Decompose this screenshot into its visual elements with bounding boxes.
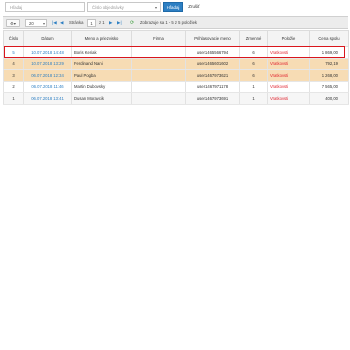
- table-row[interactable]: 5 10.07.2018 14:48 Boris Keriak user1465…: [3, 46, 349, 59]
- column-header-status[interactable]: Položie: [267, 30, 310, 47]
- page-count: z 1: [99, 20, 105, 25]
- cell-total: 400,00: [309, 92, 349, 105]
- search-button[interactable]: Hľadaj: [163, 2, 183, 12]
- cell-date[interactable]: 06.07.2018 13:41: [23, 92, 72, 105]
- cell-status: Vratkovsti: [267, 69, 310, 82]
- cell-quantity: 6: [239, 46, 268, 59]
- cell-date[interactable]: 06.07.2018 12:34: [23, 69, 72, 82]
- cell-login: user1467971178: [185, 81, 240, 93]
- page-size-value: 20: [29, 21, 34, 26]
- column-header-name[interactable]: Meno a priezvisko: [71, 30, 132, 47]
- cell-quantity: 6: [239, 69, 268, 82]
- cell-login: user1465601602: [185, 58, 240, 70]
- cell-date[interactable]: 10.07.2018 14:48: [23, 46, 72, 59]
- page-size-select[interactable]: 20 ▾: [25, 19, 47, 27]
- column-header-date[interactable]: Dátum: [23, 30, 72, 47]
- cell-status: Vratkovsti: [267, 92, 310, 105]
- grid-toolbar: ⚙▾ 20 ▾ |◀ ◀ Stránka 1 z 1 ▶ ▶| ⟳ Zobraz…: [3, 16, 348, 29]
- cell-name: Boris Keriak: [71, 46, 132, 59]
- cell-company: [131, 69, 186, 82]
- cell-company: [131, 46, 186, 59]
- table-row[interactable]: 3 06.07.2018 12:34 Paul Pogba user146797…: [3, 69, 349, 82]
- cancel-button[interactable]: Zrušiť: [185, 2, 203, 12]
- previous-page-icon[interactable]: ◀: [60, 19, 64, 27]
- column-header-number[interactable]: Číslo: [3, 30, 24, 47]
- chevron-down-icon: ▾: [42, 21, 45, 26]
- cell-status: Vratkovsti: [267, 46, 310, 59]
- next-page-icon[interactable]: ▶: [109, 19, 113, 27]
- cell-total: 7 565,00: [309, 81, 349, 93]
- orders-table: Číslo Dátum Meno a priezvisko Firma Prih…: [3, 30, 349, 105]
- cell-date[interactable]: 10.07.2018 13:29: [23, 58, 72, 70]
- cell-number: 2: [3, 81, 24, 93]
- cell-login: user1467973621: [185, 69, 240, 82]
- page-label: Stránka: [69, 20, 84, 25]
- cell-name: Ferdinand Nani: [71, 58, 132, 70]
- table-row[interactable]: 2 06.07.2018 11:46 Martin Dubovsky user1…: [3, 81, 349, 93]
- cell-date[interactable]: 06.07.2018 11:46: [23, 81, 72, 93]
- cell-company: [131, 81, 186, 93]
- cell-status: Vratkovsti: [267, 81, 310, 93]
- record-info: Zobrazuje sa 1 - 5 z 5 položiek: [140, 20, 198, 25]
- table-row[interactable]: 1 06.07.2018 13:41 Dusan Moravcik user14…: [3, 92, 349, 105]
- gear-menu-button[interactable]: ⚙▾: [6, 19, 20, 27]
- cell-name: Dusan Moravcik: [71, 92, 132, 105]
- cell-total: 1 268,00: [309, 69, 349, 82]
- first-page-icon[interactable]: |◀: [52, 19, 57, 27]
- refresh-icon[interactable]: ⟳: [130, 19, 134, 27]
- cell-number: 3: [3, 69, 24, 82]
- cell-login: user1467973691: [185, 92, 240, 105]
- cell-number: 4: [3, 58, 24, 70]
- cell-total: 792,19: [309, 58, 349, 70]
- cell-quantity: 1: [239, 92, 268, 105]
- cell-number: 5: [3, 46, 24, 59]
- column-header-quantity[interactable]: Zrnenné: [239, 30, 268, 47]
- cell-quantity: 1: [239, 81, 268, 93]
- search-bar: Hľadaj Číslo objednávky ▾ Hľadaj Zrušiť: [3, 2, 348, 14]
- table-header-row: Číslo Dátum Meno a priezvisko Firma Prih…: [3, 30, 349, 47]
- last-page-icon[interactable]: ▶|: [117, 19, 122, 27]
- search-input[interactable]: Hľadaj: [5, 2, 85, 12]
- cell-name: Martin Dubovsky: [71, 81, 132, 93]
- cell-company: [131, 92, 186, 105]
- gear-icon: ⚙▾: [10, 21, 16, 26]
- cell-login: user1465566794: [185, 46, 240, 59]
- table-row[interactable]: 4 10.07.2018 13:29 Ferdinand Nani user14…: [3, 58, 349, 70]
- page-number-input[interactable]: 1: [87, 19, 96, 27]
- cell-quantity: 6: [239, 58, 268, 70]
- cell-company: [131, 58, 186, 70]
- cell-status: Vratkovsti: [267, 58, 310, 70]
- cell-total: 1 869,00: [309, 46, 349, 59]
- order-number-placeholder: Číslo objednávky: [92, 5, 124, 10]
- order-number-select[interactable]: Číslo objednávky ▾: [87, 2, 161, 12]
- cell-name: Paul Pogba: [71, 69, 132, 82]
- column-header-company[interactable]: Firma: [131, 30, 186, 47]
- column-header-total[interactable]: Cena spolu: [309, 30, 349, 47]
- column-header-login[interactable]: Prihlasovacie meno: [185, 30, 240, 47]
- cell-number: 1: [3, 92, 24, 105]
- chevron-down-icon: ▾: [154, 5, 157, 10]
